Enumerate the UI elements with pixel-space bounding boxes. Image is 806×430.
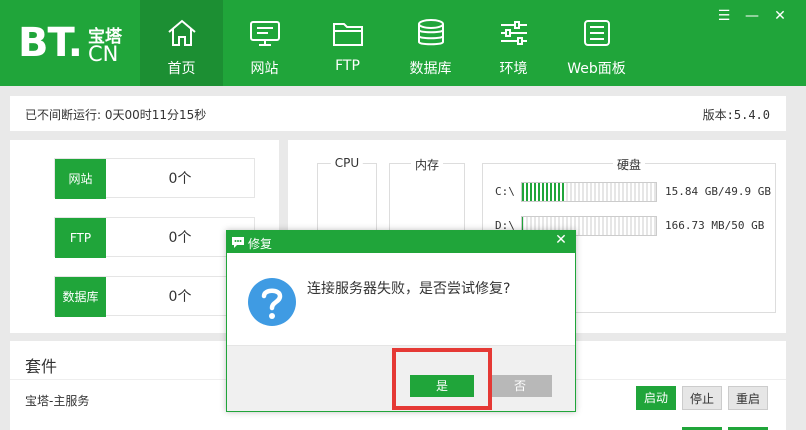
folder-icon xyxy=(332,23,363,46)
stat-key: 数据库 xyxy=(55,277,106,317)
nav-label-website: 网站 xyxy=(250,61,279,77)
uptime-text: 已不间断运行: 0天00时11分15秒 xyxy=(25,108,207,122)
nav-item-environment[interactable]: 环境 xyxy=(472,0,555,86)
web-panel-icon xyxy=(583,20,610,46)
nav-label-environment: 环境 xyxy=(499,61,528,77)
disk-usage-text: 166.73 MB/50 GB xyxy=(665,219,765,232)
version-text: 版本:5.4.0 xyxy=(702,108,770,122)
memory-title: 内存 xyxy=(410,156,444,173)
stat-key: FTP xyxy=(55,218,106,258)
dialog-close-icon[interactable]: ✕ xyxy=(553,232,569,248)
plugins-title: 套件 xyxy=(25,357,58,376)
restart-button[interactable]: 重启 xyxy=(728,386,768,410)
nav-item-website[interactable]: 网站 xyxy=(223,0,306,86)
status-bar: 已不间断运行: 0天00时11分15秒 版本:5.4.0 xyxy=(10,96,786,131)
logo: BT. 宝塔 CN xyxy=(18,18,138,68)
database-icon xyxy=(417,19,444,46)
stat-database[interactable]: 数据库 0个 xyxy=(54,276,255,317)
stat-website[interactable]: 网站 0个 xyxy=(54,158,255,199)
logo-cn-bottom: CN xyxy=(88,42,119,66)
nav-label-database: 数据库 xyxy=(409,61,452,77)
nav-label-home: 首页 xyxy=(167,61,196,77)
logo-bt: BT. xyxy=(18,20,83,66)
question-icon xyxy=(248,278,296,326)
disk-usage-text: 15.84 GB/49.9 GB xyxy=(665,185,771,198)
nav-item-home[interactable]: 首页 xyxy=(140,0,223,86)
disk-usage-fill xyxy=(522,183,565,201)
start-button[interactable]: 启动 xyxy=(636,386,676,410)
menu-icon[interactable]: ☰ xyxy=(714,6,734,26)
stop-button[interactable]: 停止 xyxy=(682,386,722,410)
disk-title: 硬盘 xyxy=(612,156,646,173)
nav-item-web-panel[interactable]: Web面板 xyxy=(555,0,638,86)
dialog-header: 修复 ✕ xyxy=(227,231,575,253)
top-bar: BT. 宝塔 CN 首页 网站 FTP 数据库 环境 Web面板 ☰ — ✕ xyxy=(0,0,806,86)
dialog-message: 连接服务器失败，是否尝试修复? xyxy=(307,281,511,297)
chat-bubble-icon xyxy=(232,237,244,248)
dialog-title: 修复 xyxy=(248,237,273,251)
stat-value: 0个 xyxy=(168,171,192,187)
disk-label: C:\ xyxy=(495,185,515,198)
minimize-icon[interactable]: — xyxy=(742,6,762,26)
sliders-icon xyxy=(500,21,527,45)
cpu-title: CPU xyxy=(330,156,364,170)
disk-usage-bar xyxy=(521,182,657,202)
confirm-no-button[interactable]: 否 xyxy=(488,375,552,397)
nav-item-database[interactable]: 数据库 xyxy=(389,0,472,86)
nav-label-web-panel: Web面板 xyxy=(567,61,626,77)
stat-key: 网站 xyxy=(55,159,106,199)
service-name: 宝塔-主服务 xyxy=(25,394,90,408)
nav-item-ftp[interactable]: FTP xyxy=(306,0,389,86)
nav-label-ftp: FTP xyxy=(335,58,360,74)
monitor-icon xyxy=(249,21,280,46)
home-icon xyxy=(167,19,196,46)
stat-ftp[interactable]: FTP 0个 xyxy=(54,217,255,258)
main-nav: 首页 网站 FTP 数据库 环境 Web面板 xyxy=(140,0,638,86)
close-icon[interactable]: ✕ xyxy=(770,6,790,26)
highlight-box xyxy=(392,348,492,410)
